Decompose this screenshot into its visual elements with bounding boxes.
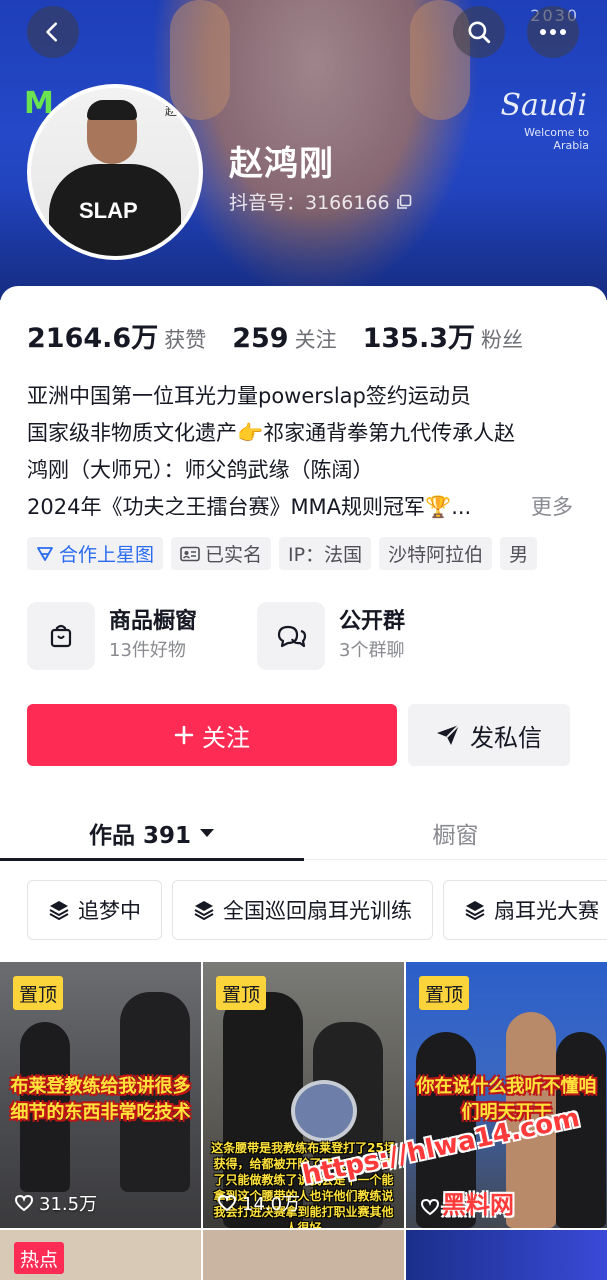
chevron-left-icon (46, 22, 58, 42)
active-tab-indicator (0, 858, 304, 861)
layers-icon (465, 901, 485, 921)
id-card-icon (180, 546, 200, 561)
watermark-site: 黑料网 (442, 1191, 514, 1219)
heart-icon (217, 1194, 237, 1212)
collection-chip[interactable]: 全国巡回扇耳光训练 (172, 880, 433, 940)
stat-likes[interactable]: 2164.6万 获赞 (27, 316, 206, 355)
collection-chip-label: 扇耳光大赛 (494, 899, 599, 923)
stat-followers-value: 135.3万 (362, 323, 475, 354)
collection-chip[interactable]: 追梦中 (27, 880, 162, 940)
shop-window-count: 13件好物 (109, 640, 186, 661)
video-likes: 14.0万 (217, 1190, 300, 1216)
send-message-label: 发私信 (470, 723, 542, 752)
tag-label: 男 (509, 544, 529, 566)
layers-icon (49, 901, 69, 921)
more-options-button[interactable] (527, 6, 579, 58)
stat-followers[interactable]: 135.3万 粉丝 (363, 316, 523, 355)
shop-window-title: 商品橱窗 (109, 609, 198, 634)
bio-line: 鸿刚（大师兄）：师父鸽武缘（陈阔） (27, 458, 374, 482)
tab-works-label: 作品 391 (88, 823, 192, 849)
stat-likes-value: 2164.6万 (27, 323, 159, 354)
send-message-button[interactable]: 发私信 (408, 704, 570, 766)
collection-chip[interactable]: 扇耳光大赛 (443, 880, 607, 940)
stat-likes-label: 获赞 (164, 328, 207, 352)
tag-star-map[interactable]: 合作上星图 (27, 537, 164, 570)
douyin-id-text: 抖音号：3166166 (229, 192, 390, 214)
tab-shop-label: 橱窗 (432, 823, 479, 849)
tab-works[interactable]: 作品 391 (0, 806, 304, 861)
search-icon (468, 21, 491, 44)
collection-chips: 追梦中 全国巡回扇耳光训练 扇耳光大赛 (27, 880, 607, 940)
star-map-icon (37, 546, 53, 561)
tag-label: IP：法国 (288, 544, 363, 566)
stat-followers-label: 粉丝 (480, 328, 523, 352)
avatar-shirt-logo: SLAP (79, 198, 138, 223)
tag-label: 沙特阿拉伯 (388, 544, 484, 566)
tag-ip-location: IP：法国 (279, 537, 372, 570)
public-group-count: 3个群聊 (339, 640, 405, 661)
pinned-badge: 置顶 (216, 976, 267, 1010)
tab-shop-window[interactable]: 橱窗 (304, 806, 607, 860)
search-button[interactable] (453, 6, 505, 58)
follow-button[interactable]: 关注 (27, 704, 397, 766)
cover-saudi-logo: Saudi (500, 88, 587, 123)
profile-stats: 2164.6万 获赞 259 关注 135.3万 粉丝 (27, 316, 549, 355)
profile-name: 赵鸿刚 (229, 144, 334, 184)
video-thumbnail[interactable]: 热点 (0, 1230, 201, 1280)
send-arrow-icon (437, 724, 460, 745)
douyin-id[interactable]: 抖音号：3166166 (229, 188, 412, 215)
bio-more-link[interactable]: 更多 (525, 489, 573, 526)
video-likes: 31.5万 (14, 1190, 97, 1216)
stat-following-value: 259 (232, 323, 289, 354)
profile-bio[interactable]: 亚洲中国第一位耳光力量powerslap签约运动员 国家级非物质文化遗产👉祁家通… (27, 378, 587, 526)
video-likes-count: 31.5万 (39, 1194, 98, 1215)
caret-down-icon (200, 829, 215, 837)
pinned-badge: 置顶 (13, 976, 64, 1010)
avatar-signature: 赵 (164, 104, 177, 118)
plus-icon (174, 725, 194, 745)
tag-location: 沙特阿拉伯 (379, 537, 493, 570)
bio-line: 国家级非物质文化遗产👉祁家通背拳第九代传承人赵 (27, 421, 516, 445)
tag-verified[interactable]: 已实名 (171, 537, 272, 570)
follow-button-label: 关注 (202, 723, 250, 752)
heart-icon (14, 1194, 34, 1212)
layers-icon (194, 901, 214, 921)
stat-following-label: 关注 (294, 328, 337, 352)
video-caption: 布莱登教练给我讲很多细节的东西非常吃技术 (10, 1076, 191, 1123)
stat-following[interactable]: 259 关注 (232, 323, 336, 354)
more-dots-icon (540, 29, 566, 35)
group-chat-icon (257, 602, 325, 670)
tag-label: 已实名 (205, 544, 263, 566)
avatar-hair (87, 100, 137, 120)
profile-tags: 合作上星图 已实名 IP：法国 沙特阿拉伯 男 (27, 537, 538, 570)
content-tabs: 作品 391 橱窗 (0, 806, 607, 861)
thumb-belt (291, 1080, 357, 1142)
shop-window-entry[interactable]: 商品橱窗 13件好物 (27, 602, 197, 670)
tag-gender: 男 (500, 537, 538, 570)
video-thumbnail[interactable]: 置顶 这条腰带是我教练布莱登打了25场获得，给都被开除了两次不能比赛了只能做教练… (203, 962, 404, 1228)
heart-icon (420, 1198, 440, 1216)
avatar[interactable]: SLAP 赵 (27, 84, 203, 260)
video-thumbnail[interactable]: 置顶 布莱登教练给我讲很多细节的东西非常吃技术 31.5万 (0, 962, 201, 1228)
cover-photo-arm-left (170, 0, 230, 120)
tag-label: 合作上星图 (59, 544, 155, 566)
collection-chip-label: 全国巡回扇耳光训练 (223, 899, 412, 923)
profile-services: 商品橱窗 13件好物 公开群 3个群聊 (27, 602, 587, 672)
avatar-photo: SLAP 赵 (31, 88, 199, 256)
back-button[interactable] (27, 6, 79, 58)
video-likes-count: 14.0万 (242, 1194, 301, 1215)
bio-line: 2024年《功夫之王擂台赛》MMA规则冠军🏆... (27, 495, 472, 519)
public-group-title: 公开群 (339, 609, 406, 634)
video-thumbnail[interactable] (203, 1230, 404, 1280)
public-group-entry[interactable]: 公开群 3个群聊 (257, 602, 405, 670)
collection-chip-label: 追梦中 (78, 899, 141, 923)
pinned-badge: 置顶 (419, 976, 470, 1010)
hot-badge: 热点 (14, 1242, 65, 1274)
bio-line: 亚洲中国第一位耳光力量powerslap签约运动员 (27, 384, 471, 408)
video-thumbnail[interactable] (406, 1230, 607, 1280)
shopping-bag-icon (27, 602, 95, 670)
cover-saudi-tagline: Welcome to Arabia (524, 126, 589, 152)
copy-icon (396, 194, 411, 209)
